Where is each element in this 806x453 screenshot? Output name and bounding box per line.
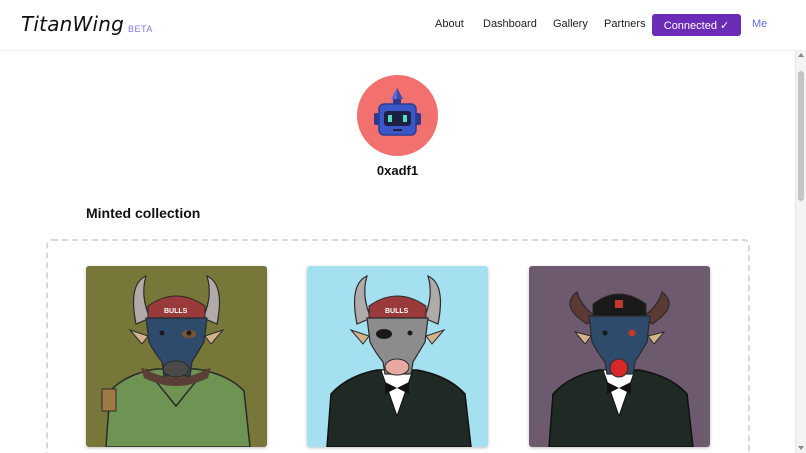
profile-username: 0xadf1 xyxy=(376,163,419,178)
cap-text: BULLS xyxy=(385,308,409,315)
nav-link-me[interactable]: Me xyxy=(752,18,767,30)
nav-link-about[interactable]: About xyxy=(435,18,464,30)
page-scrollbar[interactable] xyxy=(795,51,806,453)
connected-wallet-button[interactable]: Connected ✓ xyxy=(652,14,741,36)
bull-nft-image: BULLS xyxy=(86,266,267,447)
bull-nft-image: BULLS xyxy=(307,266,488,447)
scroll-down-arrow-icon[interactable] xyxy=(798,446,804,450)
section-title-minted: Minted collection xyxy=(86,205,201,221)
bull-nft-image xyxy=(529,266,710,447)
top-navbar: TitanWing BETA About Dashboard Gallery P… xyxy=(0,0,806,51)
cap-text: BULLS xyxy=(164,308,188,315)
robot-icon xyxy=(374,88,421,136)
nav-link-gallery[interactable]: Gallery xyxy=(553,18,588,30)
nav-link-dashboard[interactable]: Dashboard xyxy=(483,18,537,30)
nft-card-2[interactable]: BULLS xyxy=(307,266,488,447)
scrollbar-thumb[interactable] xyxy=(798,71,804,201)
nft-card-3[interactable] xyxy=(529,266,710,447)
nav-link-partners[interactable]: Partners xyxy=(604,18,646,30)
brand-logo[interactable]: TitanWing xyxy=(21,12,124,36)
scroll-up-arrow-icon[interactable] xyxy=(798,53,804,57)
avatar xyxy=(357,75,438,156)
nft-card-1[interactable]: BULLS xyxy=(86,266,267,447)
beta-badge: BETA xyxy=(128,24,153,34)
